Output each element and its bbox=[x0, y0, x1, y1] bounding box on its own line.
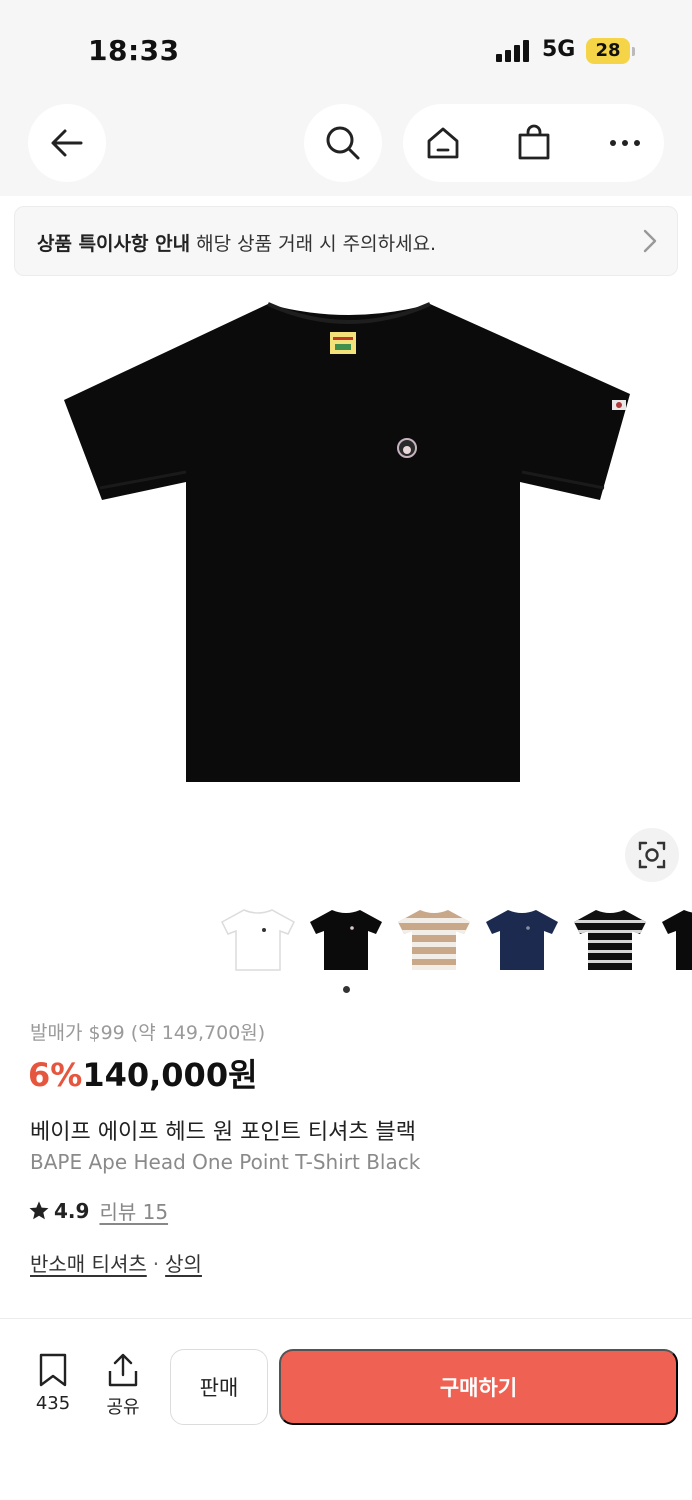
home-button[interactable] bbox=[404, 104, 482, 182]
rating-row: 4.9 리뷰 15 bbox=[28, 1196, 168, 1225]
category-breadcrumb: 반소매 티셔츠 · 상의 bbox=[30, 1248, 202, 1277]
discount-rate: 6% bbox=[28, 1056, 83, 1094]
notice-title: 상품 특이사항 안내 bbox=[37, 233, 191, 255]
rating-value: 4.9 bbox=[54, 1198, 90, 1223]
product-name-en: BAPE Ape Head One Point T-Shirt Black bbox=[30, 1150, 421, 1174]
save-count: 435 bbox=[35, 1393, 71, 1414]
sell-button[interactable]: 판매 bbox=[170, 1349, 268, 1425]
product-name-ko: 베이프 에이프 헤드 원 포인트 티셔츠 블랙 bbox=[30, 1120, 417, 1145]
thumbnail-beige-stripe[interactable] bbox=[396, 904, 472, 976]
share-label: 공유 bbox=[106, 1397, 140, 1418]
status-time: 18:33 bbox=[88, 34, 180, 67]
notice-text: 상품 특이사항 안내 해당 상품 거래 시 주의하세요. bbox=[37, 229, 436, 256]
category-separator: · bbox=[152, 1252, 160, 1276]
more-button[interactable] bbox=[586, 104, 664, 182]
search-icon bbox=[326, 126, 360, 160]
price: 140,000원 bbox=[82, 1056, 258, 1094]
more-icon bbox=[610, 140, 640, 146]
tshirt-image bbox=[64, 302, 630, 782]
notice-message: 해당 상품 거래 시 주의하세요. bbox=[196, 233, 437, 255]
shopping-bag-icon bbox=[518, 124, 550, 160]
category-link-short-sleeve[interactable]: 반소매 티셔츠 bbox=[30, 1252, 147, 1276]
thumbnail-black-stripe[interactable] bbox=[572, 904, 648, 976]
status-bar: 18:33 5G 28 bbox=[0, 0, 692, 96]
chevron-right-icon bbox=[643, 229, 657, 253]
bottom-action-bar: 435 공유 판매 구매하기 bbox=[0, 1319, 692, 1500]
buy-button[interactable]: 구매하기 bbox=[279, 1349, 678, 1425]
category-link-tops[interactable]: 상의 bbox=[165, 1252, 202, 1276]
search-button[interactable] bbox=[304, 104, 382, 182]
lens-search-button[interactable] bbox=[625, 828, 679, 882]
nav-bar bbox=[0, 96, 692, 196]
thumbnail-black[interactable] bbox=[308, 904, 384, 976]
cart-button[interactable] bbox=[495, 104, 573, 182]
home-icon bbox=[427, 127, 459, 159]
battery-cap bbox=[632, 47, 635, 56]
share-button[interactable]: 공유 bbox=[96, 1353, 150, 1419]
back-arrow-icon bbox=[51, 129, 83, 157]
thumbnail-strip bbox=[220, 904, 692, 976]
price-row: 6%140,000원 bbox=[28, 1050, 258, 1096]
notice-banner[interactable]: 상품 특이사항 안내 해당 상품 거래 시 주의하세요. bbox=[14, 206, 678, 276]
share-icon bbox=[108, 1353, 138, 1387]
thumbnail-navy[interactable] bbox=[484, 904, 560, 976]
battery-icon: 28 bbox=[586, 38, 630, 64]
signal-icon bbox=[496, 40, 532, 62]
review-link[interactable]: 리뷰 15 bbox=[99, 1196, 168, 1225]
carousel-indicator-dot bbox=[343, 986, 350, 993]
camera-scan-icon bbox=[638, 841, 666, 869]
bookmark-icon bbox=[39, 1353, 67, 1387]
thumbnail-black-partial[interactable] bbox=[660, 904, 692, 976]
save-button[interactable]: 435 bbox=[26, 1353, 80, 1414]
product-image[interactable] bbox=[0, 282, 692, 888]
back-button[interactable] bbox=[28, 104, 106, 182]
nav-actions-group bbox=[403, 104, 664, 182]
network-label: 5G bbox=[542, 37, 576, 62]
original-price: 발매가 $99 (약 149,700원) bbox=[30, 1022, 266, 1044]
thumbnail-white[interactable] bbox=[220, 904, 296, 976]
star-icon bbox=[29, 1200, 49, 1219]
